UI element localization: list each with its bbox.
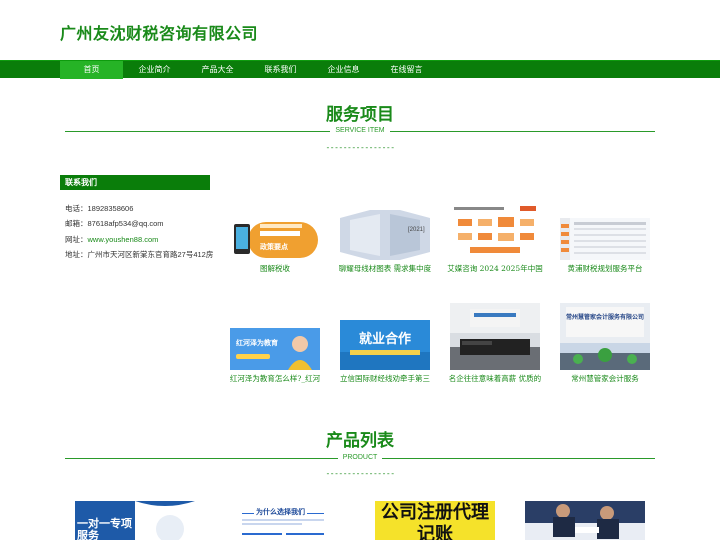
service-card-label[interactable]: 艾媒咨询 2024 2025年中国 xyxy=(445,263,545,274)
product-thumb[interactable]: 为什么选择我们 xyxy=(238,501,358,540)
contact-address: 地址：广州市天河区新棠东官育路27号412房 xyxy=(65,249,214,259)
thumb-caption: 常州慧管家会计服务有限公司 xyxy=(566,314,645,321)
products-title: 产品列表 xyxy=(326,431,394,451)
services-subtitle: SERVICE ITEM xyxy=(0,127,720,134)
thumb-caption: 就业合作 xyxy=(358,332,411,347)
service-card[interactable]: 红河泽为教育 红河泽为教育怎么样?_红河 xyxy=(230,328,320,383)
products-dashes: ---------------- xyxy=(325,469,395,478)
nav-item-home[interactable]: 首页 xyxy=(60,61,123,79)
contact-heading: 联系我们 xyxy=(60,175,210,190)
thumb-caption: 政策要点 xyxy=(260,242,288,251)
nav-item-contact[interactable]: 联系我们 xyxy=(249,61,312,79)
service-card[interactable]: 名企往往意味着高薪 优质的 xyxy=(449,303,541,383)
service-thumb[interactable]: 常州慧管家会计服务有限公司 xyxy=(560,303,650,370)
nav-item-products[interactable]: 产品大全 xyxy=(186,61,249,79)
service-card[interactable]: 艾媒咨询 2024 2025年中国 xyxy=(447,205,543,273)
product-thumb-caption: 一对一专项服务 xyxy=(77,517,132,540)
products-heading: 产品列表 xyxy=(0,426,720,451)
service-card[interactable]: [2021] 聊耀母线材图表 需求集中度 xyxy=(339,210,431,273)
contact-email: 邮箱：87618afp534@qq.com xyxy=(65,219,164,229)
service-thumb[interactable]: 红河泽为教育 xyxy=(230,328,320,370)
service-thumb[interactable]: 就业合作 xyxy=(340,320,430,370)
service-card[interactable]: 政策要点 图解税收 xyxy=(230,220,320,273)
services-heading: 服务项目 xyxy=(0,100,720,125)
service-card-label[interactable]: 图解税收 xyxy=(225,263,325,274)
nav-item-about[interactable]: 企业简介 xyxy=(123,61,186,79)
contact-phone: 电话：18928358606 xyxy=(65,204,134,213)
service-card[interactable]: 黄浦财税规划服务平台 xyxy=(560,218,650,273)
service-card-label[interactable]: 常州慧管家会计服务 xyxy=(555,373,655,384)
services-title: 服务项目 xyxy=(326,105,394,125)
service-card-label[interactable]: 黄浦财税规划服务平台 xyxy=(555,263,655,274)
service-thumb[interactable] xyxy=(450,205,540,260)
nav-item-message[interactable]: 在线留言 xyxy=(375,61,438,79)
contact-website: 网址：www.youshen88.com xyxy=(65,234,159,244)
service-card-label[interactable]: 红河泽为教育怎么样?_红河 xyxy=(225,373,325,384)
site-title[interactable]: 广州友沈财税咨询有限公司 xyxy=(60,20,258,44)
service-thumb[interactable] xyxy=(560,218,650,260)
product-thumb-caption: 公司注册代理记账 xyxy=(381,502,489,540)
service-thumb[interactable]: [2021] xyxy=(340,210,430,260)
thumb-caption: [2021] xyxy=(408,227,425,233)
thumb-caption: 红河泽为教育 xyxy=(236,338,278,347)
service-card-label[interactable]: 名企往往意味着高薪 优质的 xyxy=(445,373,545,384)
product-thumb[interactable]: 一对一专项服务 xyxy=(75,501,195,540)
website-link[interactable]: www.youshen88.com xyxy=(88,235,159,244)
product-thumb[interactable] xyxy=(525,501,645,540)
service-card-label[interactable]: 聊耀母线材图表 需求集中度 xyxy=(335,263,435,274)
services-dashes: ---------------- xyxy=(325,143,395,152)
service-card[interactable]: 常州慧管家会计服务有限公司 常州慧管家会计服务 xyxy=(560,303,650,383)
service-card[interactable]: 就业合作 立信国际财经线劝牵手第三 xyxy=(340,320,430,383)
product-thumb[interactable]: 公司注册代理记账 xyxy=(375,501,495,540)
main-nav: 首页 企业简介 产品大全 联系我们 企业信息 在线留言 xyxy=(0,60,720,79)
product-thumb-caption: 为什么选择我们 xyxy=(254,507,307,517)
contact-list: 电话：18928358606 邮箱：87618afp534@qq.com 网址：… xyxy=(65,203,213,264)
service-card-label[interactable]: 立信国际财经线劝牵手第三 xyxy=(335,373,435,384)
products-subtitle: PRODUCT xyxy=(0,454,720,461)
service-thumb[interactable] xyxy=(450,303,540,370)
service-thumb[interactable]: 政策要点 xyxy=(230,220,320,260)
nav-item-info[interactable]: 企业信息 xyxy=(312,61,375,79)
